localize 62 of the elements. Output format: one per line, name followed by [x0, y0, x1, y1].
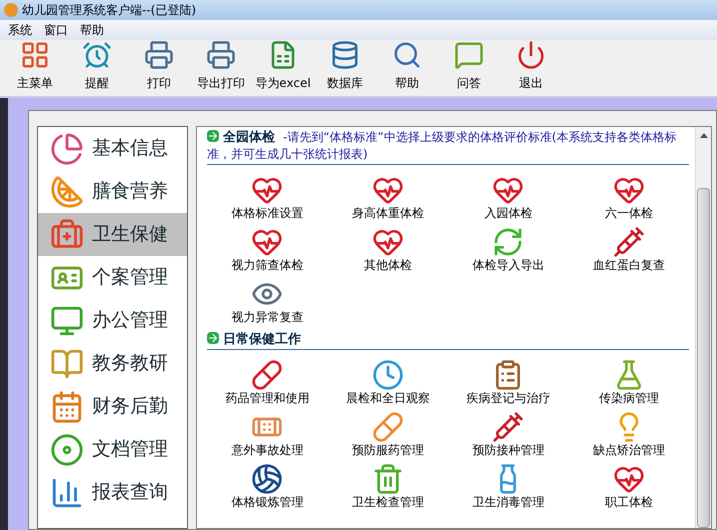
- window-title: 幼儿园管理系统客户端--(已登陆): [22, 2, 196, 19]
- function-button[interactable]: 其他体检: [328, 221, 448, 273]
- function-button[interactable]: 视力异常复查: [207, 273, 328, 325]
- function-button[interactable]: 身高体重体检: [328, 169, 448, 221]
- database-icon: [330, 40, 360, 70]
- function-button[interactable]: 入园体检: [448, 169, 568, 221]
- pill-icon: [251, 359, 284, 391]
- toolbar-button[interactable]: 数据库: [314, 40, 376, 92]
- menu-item[interactable]: 系统: [8, 21, 32, 39]
- ball-icon: [251, 463, 284, 495]
- alarm-clock-icon: [82, 40, 112, 70]
- citrus-icon: [50, 174, 84, 208]
- menu-item[interactable]: 帮助: [80, 21, 104, 39]
- function-button[interactable]: 卫生消毒管理: [448, 458, 568, 510]
- scrollbar-thumb[interactable]: [697, 188, 710, 528]
- toolbar-button[interactable]: 导出打印: [190, 40, 252, 92]
- disc-icon: [50, 432, 84, 466]
- toolbar-button[interactable]: 主菜单: [4, 40, 66, 92]
- function-button[interactable]: 晨检和全日观察: [328, 354, 448, 406]
- app-logo-icon: [4, 3, 18, 17]
- trash-can-icon: [372, 463, 404, 495]
- toolbar-button[interactable]: 提醒: [66, 40, 128, 92]
- function-button[interactable]: 预防接种管理: [448, 406, 568, 458]
- power-icon: [516, 40, 546, 70]
- function-button[interactable]: 意外事故处理: [207, 406, 328, 458]
- chat-icon: [454, 40, 484, 70]
- grid-icon: [20, 40, 50, 70]
- sidebar-item[interactable]: 卫生保健: [38, 213, 187, 256]
- function-button[interactable]: 血红蛋白复查: [568, 221, 689, 273]
- section-header: 日常保健工作: [207, 331, 689, 350]
- function-button[interactable]: 卫生检查管理: [328, 458, 448, 510]
- function-button[interactable]: 缺点矫治管理: [568, 406, 689, 458]
- refresh-arrows-icon: [492, 226, 524, 258]
- toolbar-button[interactable]: 打印: [128, 40, 190, 92]
- arrow-icon: [207, 332, 219, 344]
- toolbar-button[interactable]: 帮助: [376, 40, 438, 92]
- printer-icon: [144, 40, 174, 70]
- scrollbar[interactable]: [695, 127, 711, 528]
- function-button[interactable]: 体检导入导出: [448, 221, 568, 273]
- function-button[interactable]: 疾病登记与治疗: [448, 354, 568, 406]
- section-header: 全园体检 -请先到“体格标准”中选择上级要求的体格评价标准(本系统支持各类体格标准，并可生成几十张统计报表): [207, 129, 689, 165]
- pie-chart-icon: [50, 132, 84, 166]
- calendar-icon: [50, 390, 84, 424]
- toolbar-button[interactable]: 退出: [500, 40, 562, 92]
- function-button[interactable]: 体格锻炼管理: [207, 458, 328, 510]
- magnifier-icon: [392, 40, 422, 70]
- function-button[interactable]: 体格标准设置: [207, 169, 328, 221]
- syringe-icon: [612, 226, 645, 258]
- syringe-icon: [492, 411, 524, 443]
- clock-icon: [372, 359, 404, 391]
- toolbar-button[interactable]: 问答: [438, 40, 500, 92]
- function-button[interactable]: 传染病管理: [568, 354, 689, 406]
- function-button[interactable]: 职工体检: [568, 458, 689, 510]
- function-button[interactable]: 预防服药管理: [328, 406, 448, 458]
- menu-item[interactable]: 窗口: [44, 21, 68, 39]
- pill-icon: [372, 411, 404, 443]
- printer-icon: [206, 40, 236, 70]
- toolbar-button[interactable]: 导为excel: [252, 40, 314, 92]
- function-button[interactable]: 药品管理和使用: [207, 354, 328, 406]
- arrow-icon: [207, 130, 219, 142]
- function-button[interactable]: 六一体检: [568, 169, 689, 221]
- function-button[interactable]: 视力筛查体检: [207, 221, 328, 273]
